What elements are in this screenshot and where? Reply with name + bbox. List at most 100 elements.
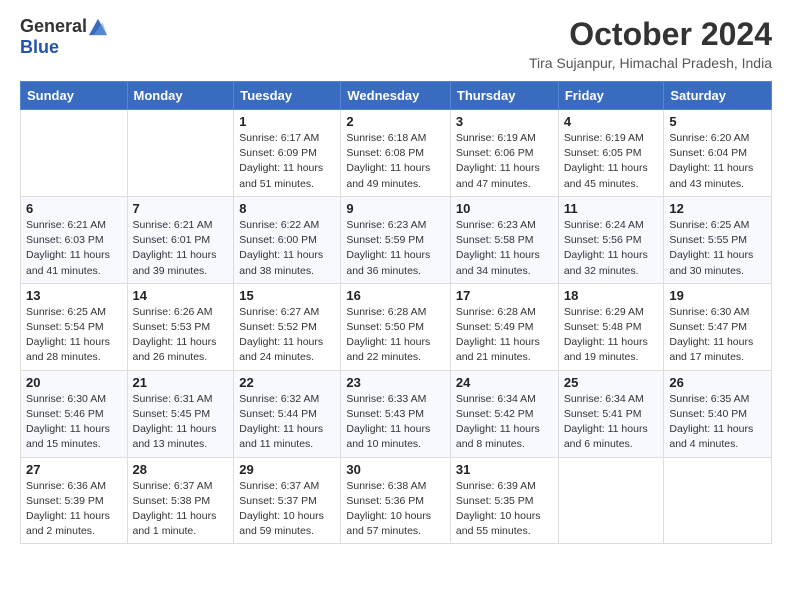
cell-info: Sunrise: 6:24 AMSunset: 5:56 PMDaylight:… (564, 218, 659, 279)
day-number: 11 (564, 201, 659, 216)
day-number: 5 (669, 114, 766, 129)
calendar-cell: 24 Sunrise: 6:34 AMSunset: 5:42 PMDayligh… (450, 370, 558, 457)
cell-info: Sunrise: 6:30 AMSunset: 5:47 PMDaylight:… (669, 305, 766, 366)
weekday-header: Sunday (21, 82, 128, 110)
location: Tira Sujanpur, Himachal Pradesh, India (529, 55, 772, 71)
cell-info: Sunrise: 6:27 AMSunset: 5:52 PMDaylight:… (239, 305, 335, 366)
cell-info: Sunrise: 6:33 AMSunset: 5:43 PMDaylight:… (346, 392, 445, 453)
day-number: 10 (456, 201, 553, 216)
cell-info: Sunrise: 6:23 AMSunset: 5:59 PMDaylight:… (346, 218, 445, 279)
calendar-cell: 10 Sunrise: 6:23 AMSunset: 5:58 PMDayligh… (450, 196, 558, 283)
calendar-cell: 11 Sunrise: 6:24 AMSunset: 5:56 PMDayligh… (558, 196, 664, 283)
calendar-cell (558, 457, 664, 544)
cell-info: Sunrise: 6:39 AMSunset: 5:35 PMDaylight:… (456, 479, 553, 540)
calendar-cell: 26Sunrise: 6:35 AMSunset: 5:40 PMDayligh… (664, 370, 772, 457)
cell-info: Sunrise: 6:21 AMSunset: 6:01 PMDaylight:… (133, 218, 229, 279)
cell-info: Sunrise: 6:18 AMSunset: 6:08 PMDaylight:… (346, 131, 445, 192)
day-number: 27 (26, 462, 122, 477)
cell-info: Sunrise: 6:19 AMSunset: 6:05 PMDaylight:… (564, 131, 659, 192)
day-number: 9 (346, 201, 445, 216)
logo: General Blue (20, 16, 107, 58)
calendar-week-row: 1Sunrise: 6:17 AMSunset: 6:09 PMDaylight… (21, 110, 772, 197)
day-number: 6 (26, 201, 122, 216)
cell-info: Sunrise: 6:30 AMSunset: 5:46 PMDaylight:… (26, 392, 122, 453)
calendar-cell: 3Sunrise: 6:19 AMSunset: 6:06 PMDaylight… (450, 110, 558, 197)
calendar-cell: 5 Sunrise: 6:20 AMSunset: 6:04 PMDaylight… (664, 110, 772, 197)
calendar-cell (127, 110, 234, 197)
weekday-header: Tuesday (234, 82, 341, 110)
header: General Blue October 2024 Tira Sujanpur,… (20, 16, 772, 71)
calendar-cell: 21 Sunrise: 6:31 AMSunset: 5:45 PMDayligh… (127, 370, 234, 457)
cell-info: Sunrise: 6:34 AMSunset: 5:41 PMDaylight:… (564, 392, 659, 453)
cell-info: Sunrise: 6:17 AMSunset: 6:09 PMDaylight:… (239, 131, 335, 192)
day-number: 23 (346, 375, 445, 390)
day-number: 21 (133, 375, 229, 390)
day-number: 24 (456, 375, 553, 390)
cell-info: Sunrise: 6:20 AMSunset: 6:04 PMDaylight:… (669, 131, 766, 192)
day-number: 22 (239, 375, 335, 390)
calendar-cell (664, 457, 772, 544)
calendar-week-row: 13 Sunrise: 6:25 AMSunset: 5:54 PMDayligh… (21, 283, 772, 370)
calendar-cell: 28 Sunrise: 6:37 AMSunset: 5:38 PMDayligh… (127, 457, 234, 544)
cell-info: Sunrise: 6:38 AMSunset: 5:36 PMDaylight:… (346, 479, 445, 540)
cell-info: Sunrise: 6:25 AMSunset: 5:54 PMDaylight:… (26, 305, 122, 366)
calendar-cell: 9 Sunrise: 6:23 AMSunset: 5:59 PMDaylight… (341, 196, 451, 283)
calendar-cell: 31 Sunrise: 6:39 AMSunset: 5:35 PMDayligh… (450, 457, 558, 544)
day-number: 4 (564, 114, 659, 129)
calendar-cell: 25 Sunrise: 6:34 AMSunset: 5:41 PMDayligh… (558, 370, 664, 457)
calendar-cell: 18Sunrise: 6:29 AMSunset: 5:48 PMDayligh… (558, 283, 664, 370)
cell-info: Sunrise: 6:37 AMSunset: 5:38 PMDaylight:… (133, 479, 229, 540)
logo-blue-text: Blue (20, 37, 59, 58)
day-number: 28 (133, 462, 229, 477)
calendar-cell: 29Sunrise: 6:37 AMSunset: 5:37 PMDayligh… (234, 457, 341, 544)
title-section: October 2024 Tira Sujanpur, Himachal Pra… (529, 16, 772, 71)
calendar-cell: 17 Sunrise: 6:28 AMSunset: 5:49 PMDayligh… (450, 283, 558, 370)
cell-info: Sunrise: 6:19 AMSunset: 6:06 PMDaylight:… (456, 131, 553, 192)
calendar-cell: 6 Sunrise: 6:21 AMSunset: 6:03 PMDaylight… (21, 196, 128, 283)
cell-info: Sunrise: 6:23 AMSunset: 5:58 PMDaylight:… (456, 218, 553, 279)
day-number: 20 (26, 375, 122, 390)
cell-info: Sunrise: 6:31 AMSunset: 5:45 PMDaylight:… (133, 392, 229, 453)
cell-info: Sunrise: 6:32 AMSunset: 5:44 PMDaylight:… (239, 392, 335, 453)
calendar-cell: 13 Sunrise: 6:25 AMSunset: 5:54 PMDayligh… (21, 283, 128, 370)
calendar-cell: 19 Sunrise: 6:30 AMSunset: 5:47 PMDayligh… (664, 283, 772, 370)
day-number: 13 (26, 288, 122, 303)
calendar-cell: 16Sunrise: 6:28 AMSunset: 5:50 PMDayligh… (341, 283, 451, 370)
cell-info: Sunrise: 6:29 AMSunset: 5:48 PMDaylight:… (564, 305, 659, 366)
calendar-week-row: 6 Sunrise: 6:21 AMSunset: 6:03 PMDaylight… (21, 196, 772, 283)
day-number: 25 (564, 375, 659, 390)
calendar-cell: 30 Sunrise: 6:38 AMSunset: 5:36 PMDayligh… (341, 457, 451, 544)
calendar-cell: 15 Sunrise: 6:27 AMSunset: 5:52 PMDayligh… (234, 283, 341, 370)
calendar-cell: 27 Sunrise: 6:36 AMSunset: 5:39 PMDayligh… (21, 457, 128, 544)
calendar-table: SundayMondayTuesdayWednesdayThursdayFrid… (20, 81, 772, 544)
cell-info: Sunrise: 6:22 AMSunset: 6:00 PMDaylight:… (239, 218, 335, 279)
day-number: 17 (456, 288, 553, 303)
cell-info: Sunrise: 6:26 AMSunset: 5:53 PMDaylight:… (133, 305, 229, 366)
calendar-cell: 22 Sunrise: 6:32 AMSunset: 5:44 PMDayligh… (234, 370, 341, 457)
month-title: October 2024 (529, 16, 772, 53)
day-number: 19 (669, 288, 766, 303)
calendar-cell: 14 Sunrise: 6:26 AMSunset: 5:53 PMDayligh… (127, 283, 234, 370)
calendar-cell: 20 Sunrise: 6:30 AMSunset: 5:46 PMDayligh… (21, 370, 128, 457)
weekday-header: Wednesday (341, 82, 451, 110)
cell-info: Sunrise: 6:21 AMSunset: 6:03 PMDaylight:… (26, 218, 122, 279)
cell-info: Sunrise: 6:25 AMSunset: 5:55 PMDaylight:… (669, 218, 766, 279)
day-number: 29 (239, 462, 335, 477)
cell-info: Sunrise: 6:28 AMSunset: 5:49 PMDaylight:… (456, 305, 553, 366)
calendar-cell: 7Sunrise: 6:21 AMSunset: 6:01 PMDaylight… (127, 196, 234, 283)
calendar-cell: 23 Sunrise: 6:33 AMSunset: 5:43 PMDayligh… (341, 370, 451, 457)
day-number: 31 (456, 462, 553, 477)
logo-icon (89, 18, 107, 36)
weekday-header: Friday (558, 82, 664, 110)
cell-info: Sunrise: 6:35 AMSunset: 5:40 PMDaylight:… (669, 392, 766, 453)
day-number: 15 (239, 288, 335, 303)
day-number: 16 (346, 288, 445, 303)
calendar-cell: 8Sunrise: 6:22 AMSunset: 6:00 PMDaylight… (234, 196, 341, 283)
weekday-header: Saturday (664, 82, 772, 110)
day-number: 14 (133, 288, 229, 303)
cell-info: Sunrise: 6:34 AMSunset: 5:42 PMDaylight:… (456, 392, 553, 453)
weekday-header: Thursday (450, 82, 558, 110)
day-number: 30 (346, 462, 445, 477)
day-number: 12 (669, 201, 766, 216)
cell-info: Sunrise: 6:36 AMSunset: 5:39 PMDaylight:… (26, 479, 122, 540)
